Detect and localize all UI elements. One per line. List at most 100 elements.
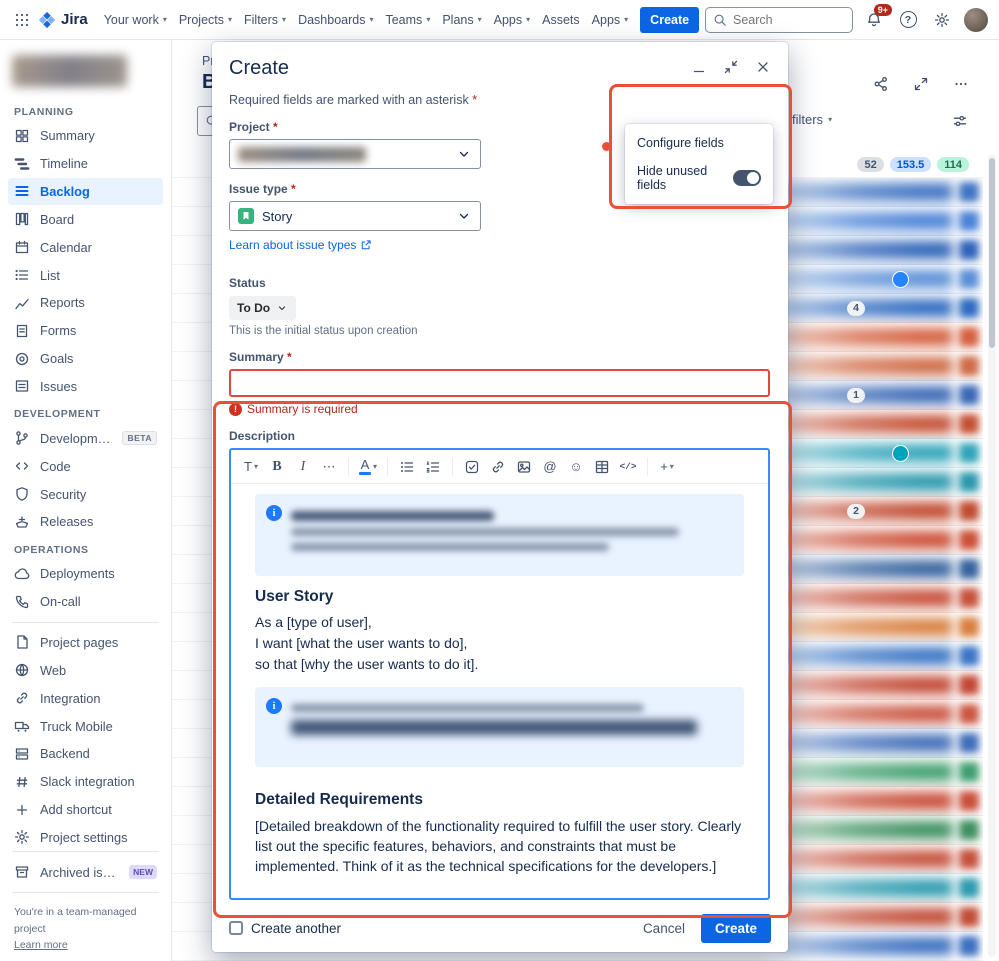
configure-fields-menu-item[interactable]: Configure fields — [625, 129, 773, 157]
redacted-status-block — [959, 588, 979, 608]
sidebar-item-timeline[interactable]: Timeline — [8, 150, 163, 178]
learn-about-issue-types-link[interactable]: Learn about issue types — [229, 238, 372, 252]
bullet-list-button[interactable] — [395, 455, 419, 479]
fullscreen-button[interactable] — [909, 72, 933, 96]
redacted-row-content — [780, 357, 953, 375]
more-formatting-button[interactable]: ⋯ — [317, 455, 341, 479]
sidebar-item-project-pages[interactable]: Project pages — [8, 629, 163, 657]
sidebar-item-truck-mobile[interactable]: Truck Mobile — [8, 712, 163, 740]
redacted-status-block — [959, 878, 979, 898]
insert-image-button[interactable] — [512, 455, 536, 479]
learn-more-link[interactable]: Learn more — [14, 939, 68, 951]
jira-logo-icon — [38, 11, 56, 28]
sidebar-item-on-call[interactable]: On-call — [8, 588, 163, 616]
checkbox-box[interactable] — [229, 921, 243, 935]
toolbar-divider — [348, 457, 349, 476]
bold-button[interactable]: B — [265, 455, 289, 479]
action-item-icon — [465, 460, 479, 473]
sidebar-item-development[interactable]: Development BETA — [8, 424, 163, 452]
sidebar-item-reports[interactable]: Reports — [8, 289, 163, 317]
global-search[interactable] — [705, 6, 853, 33]
redacted-status-block — [959, 356, 979, 376]
create-another-checkbox[interactable]: Create another — [229, 921, 341, 936]
exit-fullscreen-button[interactable] — [718, 54, 744, 80]
more-actions-button[interactable] — [949, 72, 973, 96]
search-input[interactable] — [733, 12, 845, 27]
issue-type-select[interactable]: Story — [229, 201, 481, 231]
sidebar-item-project-settings[interactable]: Project settings — [8, 824, 163, 852]
text-color-button[interactable]: A ▾ — [356, 455, 380, 479]
nav-item-dashboards[interactable]: Dashboards ▾ — [292, 8, 379, 32]
close-button[interactable] — [750, 54, 776, 80]
scrollbar-thumb[interactable] — [989, 158, 995, 348]
sidebar-item-code[interactable]: Code — [8, 452, 163, 480]
archive-icon — [15, 866, 29, 878]
sidebar-item-security[interactable]: Security — [8, 480, 163, 508]
sidebar-item-web[interactable]: Web — [8, 656, 163, 684]
share-button[interactable] — [869, 72, 893, 96]
project-header[interactable] — [10, 52, 161, 90]
status-select[interactable]: To Do — [229, 296, 297, 320]
text-style-button[interactable]: T ▾ — [239, 455, 263, 479]
jira-logo[interactable]: Jira — [38, 11, 88, 29]
sidebar-item-forms[interactable]: Forms — [8, 317, 163, 345]
settings-button[interactable] — [929, 7, 955, 33]
insert-table-button[interactable] — [590, 455, 614, 479]
sidebar-item-goals[interactable]: Goals — [8, 345, 163, 373]
sidebar-item-issues[interactable]: Issues — [8, 373, 163, 401]
view-settings-button[interactable] — [947, 108, 973, 134]
sidebar-item-backlog[interactable]: Backlog — [8, 177, 163, 206]
nav-item-your-work[interactable]: Your work ▾ — [98, 8, 173, 32]
scrollbar-track[interactable] — [988, 154, 996, 957]
info-panel: i — [255, 494, 744, 576]
status-help-text: This is the initial status upon creation — [229, 325, 418, 337]
sidebar-item-board[interactable]: Board — [8, 205, 163, 233]
mention-button[interactable]: @ — [538, 455, 562, 479]
profile-button[interactable] — [963, 7, 989, 33]
goals-icon — [15, 352, 29, 365]
sidebar-item-deployments[interactable]: Deployments — [8, 560, 163, 588]
project-select[interactable] — [229, 139, 481, 169]
chevron-down-icon: ▾ — [624, 14, 629, 24]
redacted-status-block — [959, 269, 979, 289]
sidebar-item-summary[interactable]: Summary — [8, 122, 163, 150]
nav-item-assets[interactable]: Assets — [536, 8, 586, 32]
nav-item-apps[interactable]: Apps ▾ — [488, 8, 537, 32]
create-submit-button[interactable]: Create — [700, 913, 771, 943]
emoji-button[interactable]: ☺ — [564, 455, 588, 479]
sidebar-item-add-shortcut[interactable]: Add shortcut — [8, 796, 163, 824]
sidebar-item-integration[interactable]: Integration — [8, 684, 163, 712]
nav-item-teams[interactable]: Teams ▾ — [379, 8, 436, 32]
sidebar-item-calendar[interactable]: Calendar — [8, 233, 163, 261]
create-button[interactable]: Create — [640, 6, 700, 33]
nav-item-plans[interactable]: Plans ▾ — [436, 8, 487, 32]
nav-item-apps[interactable]: Apps ▾ — [586, 8, 635, 32]
code-block-button[interactable]: </> — [616, 455, 640, 479]
summary-input[interactable] — [229, 369, 770, 397]
cancel-button[interactable]: Cancel — [633, 914, 695, 943]
hide-unused-toggle[interactable] — [733, 170, 761, 186]
redacted-status-block — [959, 762, 979, 782]
action-item-button[interactable] — [460, 455, 484, 479]
redacted-status-block — [959, 501, 979, 521]
notifications-button[interactable]: 9+ — [861, 3, 892, 33]
nav-item-filters[interactable]: Filters ▾ — [238, 8, 292, 32]
sidebar-item-slack-integration[interactable]: Slack integration — [8, 768, 163, 796]
sidebar-item-list[interactable]: List — [8, 261, 163, 289]
chevron-down-icon: ▾ — [526, 14, 531, 24]
sidebar-item-releases[interactable]: Releases — [8, 508, 163, 536]
italic-button[interactable]: I — [291, 455, 315, 479]
minimize-button[interactable] — [686, 54, 712, 80]
numbered-list-button[interactable] — [421, 455, 445, 479]
code-icon — [15, 462, 29, 470]
description-editor[interactable]: T ▾ B I ⋯ A ▾ @ ☺ </> + ▾ i User Story A… — [229, 448, 770, 900]
sidebar-item-backend[interactable]: Backend — [8, 740, 163, 768]
filters-button[interactable]: filters ▾ — [792, 112, 832, 127]
sidebar-item-archived-issues[interactable]: Archived issues NEW — [8, 858, 163, 886]
help-button[interactable]: ? — [895, 7, 921, 33]
insert-more-button[interactable]: + ▾ — [655, 455, 679, 479]
app-switcher-button[interactable] — [10, 8, 34, 32]
insert-link-button[interactable] — [486, 455, 510, 479]
nav-item-projects[interactable]: Projects ▾ — [173, 8, 238, 32]
editor-content[interactable]: i User Story As a [type of user], I want… — [231, 484, 768, 898]
